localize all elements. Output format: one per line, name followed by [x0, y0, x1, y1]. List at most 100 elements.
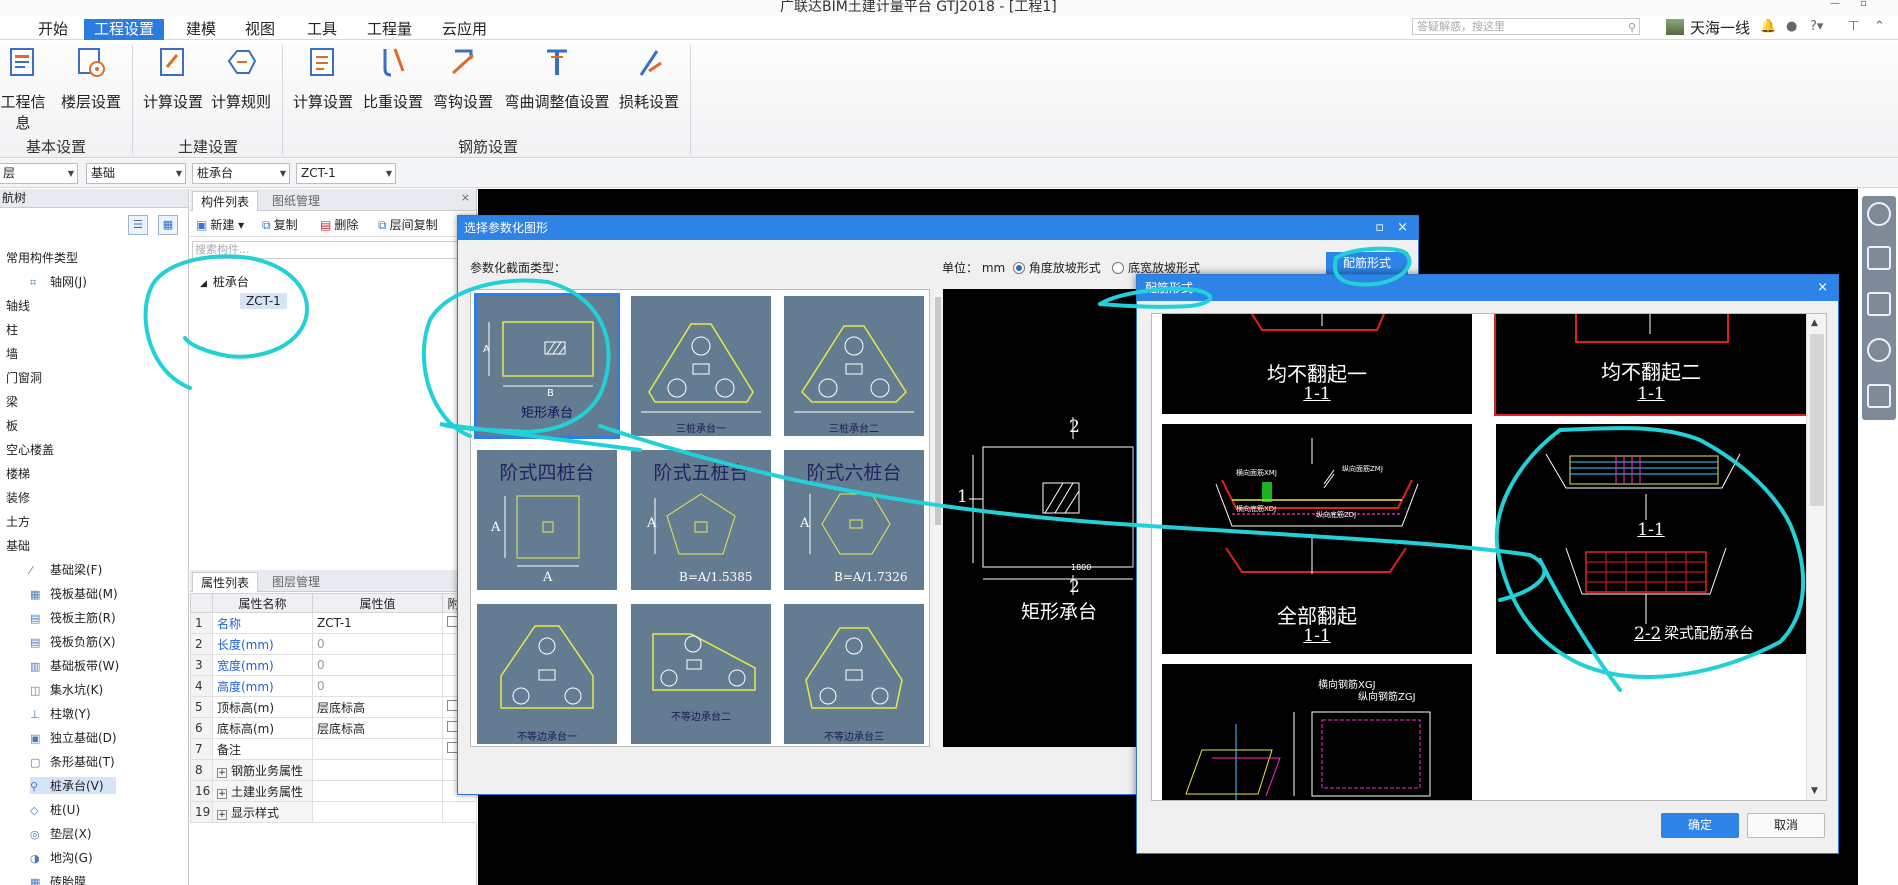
nav-item[interactable]: 空心楼盖 [6, 441, 54, 458]
property-row[interactable]: 5 顶标高(m) 层底标高 [190, 696, 477, 718]
tab-layer-management[interactable]: 图层管理 [264, 572, 328, 592]
nav-item[interactable]: ▦ 筏板基础(M) [30, 585, 118, 602]
expand-icon[interactable]: + [217, 788, 227, 799]
tab-component-list[interactable]: 构件列表 [192, 191, 259, 211]
shape-grid-scrollbar[interactable] [934, 289, 942, 747]
expand-icon[interactable]: + [217, 809, 227, 820]
shirt-icon[interactable]: ⊤ [1848, 19, 1859, 34]
nav-item[interactable]: 装修 [6, 489, 30, 506]
nav-item[interactable]: 梁 [6, 393, 18, 410]
tab-quantity[interactable]: 工程量 [357, 19, 422, 40]
nav-item[interactable]: ◇ 桩(U) [30, 801, 80, 818]
tab-drawing-management[interactable]: 图纸管理 [264, 191, 328, 211]
close-icon[interactable]: × [1817, 275, 1828, 301]
box-view-icon[interactable] [1867, 292, 1891, 316]
bell-icon[interactable]: 🔔 [1760, 19, 1776, 34]
nav-item[interactable]: ⊥ 柱墩(Y) [30, 705, 91, 722]
radio-bottom-width-slope[interactable] [1112, 262, 1125, 274]
scroll-thumb[interactable] [935, 297, 941, 525]
tab-property-list[interactable]: 属性列表 [192, 572, 259, 592]
nav-item[interactable]: ⌗ 轴网(J) [30, 273, 87, 290]
scroll-thumb[interactable] [1810, 334, 1824, 506]
nav-item[interactable]: ▢ 条形基础(T) [30, 753, 115, 770]
loss-settings-button[interactable]: 损耗设置 [616, 45, 682, 112]
nav-item[interactable]: ◎ 垫层(X) [30, 825, 92, 842]
rebar-form-button[interactable]: 配筋形式 [1326, 252, 1408, 274]
nav-item[interactable]: 土方 [6, 513, 30, 530]
shape-step-four-pile[interactable]: 阶式四桩台 A A [477, 450, 617, 590]
help-icon[interactable]: ?▾ [1810, 19, 1823, 34]
property-row[interactable]: 1 名称 ZCT-1 [190, 612, 477, 634]
nav-item[interactable]: 楼梯 [6, 465, 30, 482]
cancel-button[interactable]: 取消 [1747, 813, 1825, 838]
shape-rect-cap[interactable]: A B 矩形承台 [474, 293, 620, 439]
floor-settings-button[interactable]: 楼层设置 [58, 45, 124, 112]
property-value[interactable]: 层底标高 [312, 696, 443, 718]
user-name[interactable]: 天海一线 [1690, 17, 1750, 38]
shape-step-five-pile[interactable]: 阶式五桩台 A B=A/1.5385 [631, 450, 771, 590]
nav-item[interactable]: ◫ 集水坑(K) [30, 681, 103, 698]
property-value[interactable] [312, 738, 443, 760]
expand-icon[interactable]: + [217, 767, 227, 778]
property-value[interactable] [312, 759, 443, 781]
close-icon[interactable]: × [461, 191, 470, 204]
ok-button[interactable]: 确定 [1661, 813, 1739, 838]
property-row[interactable]: 4 高度(mm) 0 [190, 675, 477, 697]
property-value[interactable]: 层底标高 [312, 717, 443, 739]
property-row[interactable]: 19 + 显示样式 [190, 801, 477, 823]
scroll-down-icon[interactable]: ▼ [1811, 786, 1818, 796]
tree-item-zct1[interactable]: ZCT-1 [240, 293, 287, 309]
globe-icon[interactable] [1867, 202, 1891, 226]
tree-root[interactable]: ◢ 桩承台 [200, 273, 249, 290]
nav-item[interactable]: ▤ 筏板主筋(R) [30, 609, 116, 626]
maximize-icon[interactable]: ▫ [1375, 216, 1384, 240]
nav-item[interactable]: 基础 [6, 537, 30, 554]
help-search-input[interactable]: 答疑解惑，搜这里 ⚲ [1412, 18, 1640, 35]
property-row[interactable]: 8 + 钢筋业务属性 [190, 759, 477, 781]
collapse-icon[interactable]: ⌃ [1874, 19, 1885, 34]
grid-view-icon[interactable]: ▦ [158, 215, 178, 235]
tab-project-settings[interactable]: 工程设置 [84, 19, 165, 40]
minimize-icon[interactable]: — [1830, 0, 1840, 9]
nav-item[interactable]: 常用构件类型 [6, 249, 78, 266]
bend-adjust-settings-button[interactable]: 弯曲调整值设置 [502, 45, 612, 112]
nav-item[interactable]: ◑ 地沟(G) [30, 849, 93, 866]
nav-item[interactable]: 墙 [6, 345, 18, 362]
hook-settings-button[interactable]: 弯钩设置 [430, 45, 496, 112]
density-settings-button[interactable]: 比重设置 [360, 45, 426, 112]
property-row[interactable]: 16 + 土建业务属性 [190, 780, 477, 802]
new-button[interactable]: ▣ 新建 ▾ [196, 216, 244, 233]
avatar[interactable] [1666, 19, 1684, 35]
nav-item[interactable]: ▦ 砖胎膜 [30, 873, 86, 885]
form-extra[interactable]: 横向钢筋XGJ 纵向钢筋ZGJ [1162, 664, 1472, 800]
property-row[interactable]: 3 宽度(mm) 0 [190, 654, 477, 676]
list-view-icon[interactable]: ☰ [128, 215, 148, 235]
shape-step-six-pile[interactable]: 阶式六桩台 A B=A/1.7326 [784, 450, 924, 590]
delete-button[interactable]: ▤ 删除 [320, 216, 358, 233]
shape-unequal-3[interactable]: 不等边承台三 [784, 604, 924, 744]
scroll-up-icon[interactable]: ▲ [1811, 318, 1818, 328]
shape-unequal-1[interactable]: 不等边承台一 [477, 604, 617, 744]
nav-item[interactable]: 门窗洞 [6, 369, 42, 386]
tab-modeling[interactable]: 建模 [176, 19, 226, 40]
civil-calc-settings-button[interactable]: 计算设置 [140, 45, 206, 112]
copy-button[interactable]: ⧉ 复制 [262, 216, 298, 233]
property-value[interactable]: 0 [312, 654, 443, 676]
nav-item[interactable]: 轴线 [6, 297, 30, 314]
shape-three-pile-2[interactable]: 三桩承台二 [784, 296, 924, 436]
component-search-input[interactable]: 搜索构件... [192, 241, 472, 259]
type-select[interactable]: 桩承台 ▼ [192, 163, 290, 184]
nav-item[interactable]: ▣ 独立基础(D) [30, 729, 117, 746]
property-value[interactable] [312, 780, 443, 802]
calc-rules-button[interactable]: 计算规则 [208, 45, 274, 112]
search-icon[interactable]: ⚲ [1628, 20, 1636, 35]
nav-item[interactable]: ⁄ 基础梁(F) [30, 561, 102, 578]
project-info-button[interactable]: 工程信息 [0, 45, 52, 133]
tab-cloud[interactable]: 云应用 [432, 19, 497, 40]
tab-view[interactable]: 视图 [235, 19, 285, 40]
component-select[interactable]: ZCT-1 ▼ [296, 163, 396, 184]
cube-icon[interactable] [1867, 246, 1891, 270]
layers-icon[interactable] [1867, 384, 1891, 408]
tab-tools[interactable]: 工具 [297, 19, 347, 40]
property-value[interactable]: ZCT-1 [312, 612, 443, 634]
